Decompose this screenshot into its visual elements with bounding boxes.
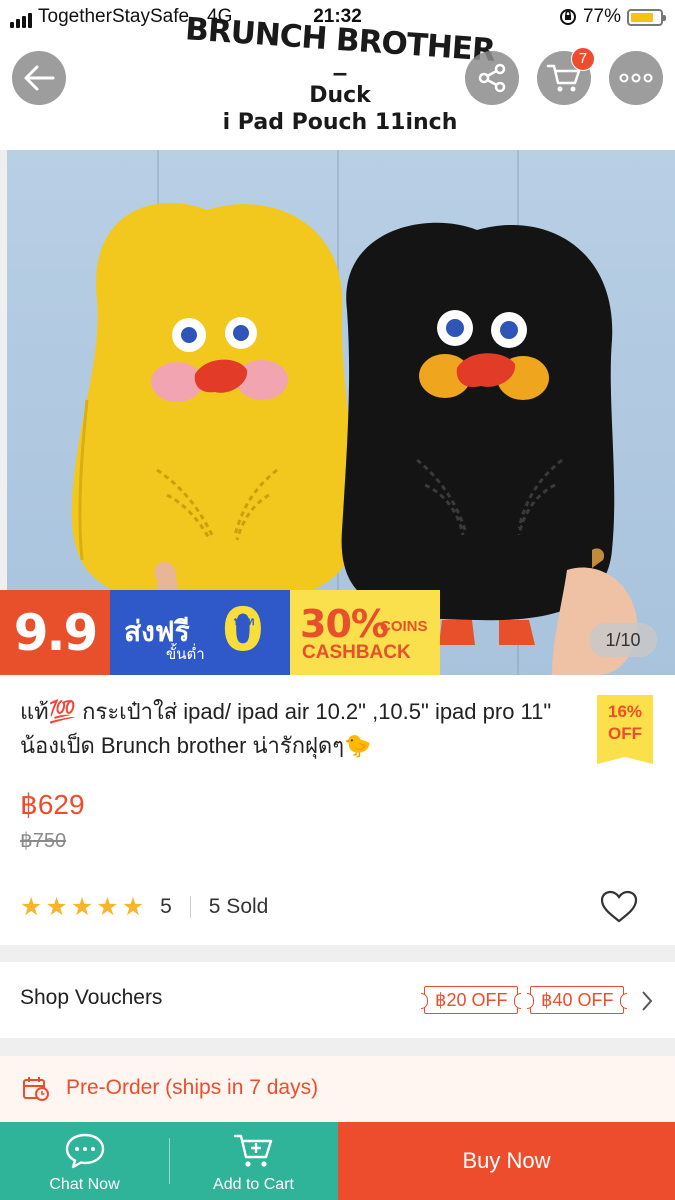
- banner-line-2: i Pad Pouch 11inch: [222, 110, 458, 135]
- shop-vouchers-label: Shop Vouchers: [20, 986, 163, 1009]
- chat-now-label: Chat Now: [49, 1176, 120, 1193]
- original-price: ฿750: [20, 830, 67, 852]
- rating-divider: [189, 896, 191, 918]
- battery-icon: [627, 8, 666, 26]
- discount-label: OFF: [608, 724, 642, 743]
- preorder-row: Pre-Order (ships in 7 days): [0, 1056, 675, 1122]
- orientation-lock-icon: [559, 9, 576, 25]
- star-icon: ★: [70, 892, 94, 921]
- star-icon: ★: [45, 892, 68, 921]
- more-options-button[interactable]: [609, 51, 663, 105]
- battery-level: [631, 12, 653, 22]
- promo-strip[interactable]: 9.9 ส่งฟรี ขั้นต่ำ 0 บาท 30% COINS CASHB…: [0, 590, 440, 675]
- product-page: BRUNCH BROTHER – Duck i Pad Pouch 11inch: [0, 0, 675, 1200]
- calendar-clock-icon: [23, 1077, 49, 1101]
- more-icon: [619, 73, 653, 83]
- add-cart-icon: [233, 1134, 272, 1167]
- promo-cashback: 30% COINS CASHBACK: [290, 590, 440, 675]
- cart-button[interactable]: 7: [537, 47, 595, 105]
- product-price: ฿629: [20, 789, 85, 820]
- banner-line-1: Duck: [309, 83, 371, 108]
- product-title: แท้💯 กระเป๋าใส่ ipad/ ipad air 10.2" ,10…: [20, 699, 552, 758]
- discount-badge: 16% OFF: [597, 695, 653, 764]
- shop-vouchers-row[interactable]: Shop Vouchers ฿20 OFF ฿40 OFF: [0, 962, 675, 1038]
- buy-now-button[interactable]: Buy Now: [338, 1122, 675, 1200]
- star-icon: ★: [20, 892, 43, 921]
- star-icon: ★: [121, 892, 145, 921]
- sold-count: 5 Sold: [208, 895, 269, 918]
- free-shipping-sub: ขั้นต่ำ: [166, 646, 205, 663]
- share-icon: [478, 63, 506, 93]
- chat-icon: [65, 1133, 104, 1169]
- star-icon: ★: [96, 892, 119, 921]
- voucher-tag[interactable]: ฿40 OFF: [526, 986, 628, 1014]
- status-bar: TogetherStaySafe 4G 21:32 77%: [0, 0, 675, 36]
- cashback-percent: 30%: [300, 602, 389, 646]
- chevron-right-icon: [642, 991, 653, 1011]
- cart-count-badge: 7: [571, 47, 595, 71]
- battery-percent: 77%: [582, 6, 621, 27]
- product-info: แท้💯 กระเป๋าใส่ ipad/ ipad air 10.2" ,10…: [0, 675, 675, 945]
- bottom-divider: [169, 1138, 170, 1184]
- free-shipping-zero: 0: [222, 595, 264, 665]
- share-button[interactable]: [465, 51, 519, 105]
- promo-free-shipping: ส่งฟรี ขั้นต่ำ 0 บาท: [110, 590, 290, 675]
- cashback-coins: COINS: [380, 618, 428, 635]
- discount-percent: 16%: [607, 702, 643, 721]
- chat-now-button[interactable]: Chat Now: [0, 1122, 169, 1200]
- add-to-cart-button[interactable]: Add to Cart: [169, 1122, 338, 1200]
- image-counter: 1/10: [589, 623, 657, 657]
- bottom-action-bar: Chat Now Add to Cart Buy Now: [0, 1122, 675, 1200]
- heart-icon[interactable]: [600, 890, 638, 924]
- rating-stars: ★ ★ ★ ★ ★: [20, 892, 145, 921]
- back-button[interactable]: [12, 51, 66, 105]
- add-to-cart-label: Add to Cart: [213, 1176, 294, 1193]
- rating-row: ★ ★ ★ ★ ★ 5 5 Sold: [20, 890, 660, 924]
- preorder-text: Pre-Order (ships in 7 days): [66, 1076, 319, 1099]
- back-arrow-icon: [24, 65, 55, 91]
- voucher-tag[interactable]: ฿20 OFF: [420, 986, 522, 1014]
- status-right: 77%: [559, 6, 666, 28]
- free-shipping-unit: บาท: [234, 616, 255, 628]
- promo-event-99: 9.9: [0, 590, 110, 675]
- rating-value: 5: [160, 895, 172, 918]
- cashback-label: CASHBACK: [302, 642, 411, 663]
